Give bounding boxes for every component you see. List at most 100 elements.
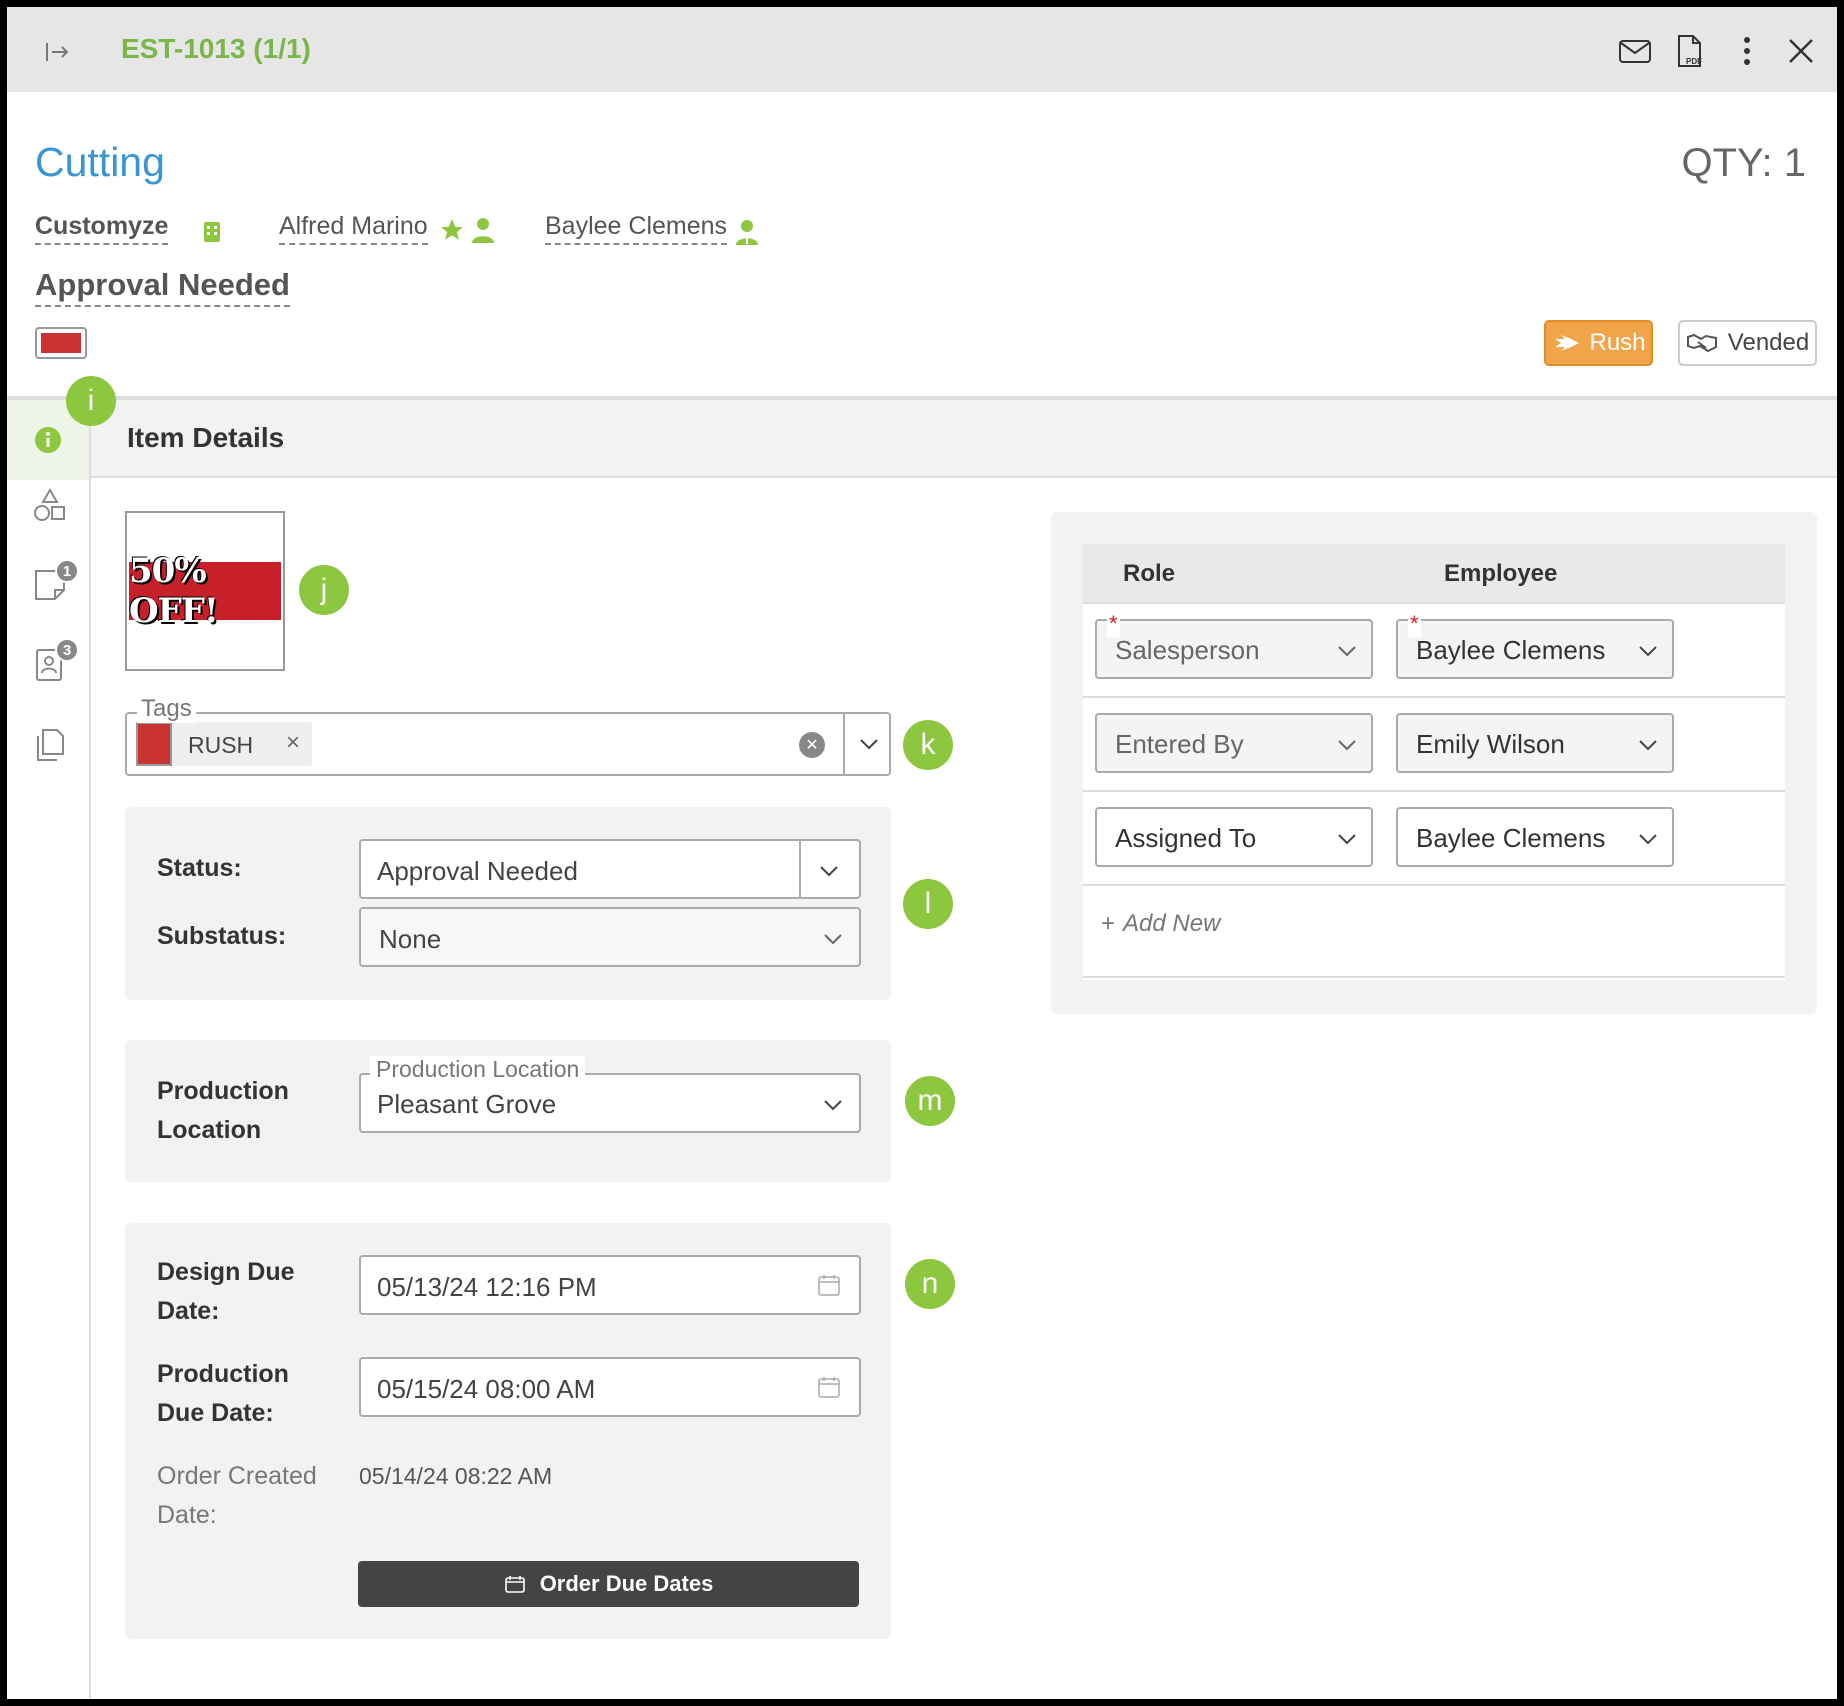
tag-remove-icon[interactable]: × [286,729,300,757]
employee-select[interactable]: Baylee Clemens [1396,807,1674,867]
employee-value: Emily Wilson [1416,729,1565,759]
production-location-panel: Production Location Pleasant Grove Produ… [125,1040,891,1182]
status-panel: Status: Approval Needed Substatus: None [125,807,891,1000]
tag-chip-label: RUSH [188,732,254,758]
side-tab-rail: 1 3 [7,400,91,1699]
production-due-date-input[interactable]: 05/15/24 08:00 AM [359,1357,861,1417]
documents-icon[interactable] [33,728,67,762]
estimate-title: EST-1013 (1/1) [121,33,311,64]
vended-label: Vended [1727,329,1810,356]
employee-select[interactable]: * Baylee Clemens [1396,611,1674,679]
rush-icon [1555,335,1580,351]
required-indicator: * [1408,611,1421,637]
role-select[interactable]: Entered By [1095,713,1373,773]
production-location-legend: Production Location [370,1056,586,1083]
tags-legend: Tags [137,695,196,723]
more-options-icon[interactable] [1729,33,1765,69]
required-indicator: * [1107,611,1120,637]
contacts-count-badge: 3 [55,638,79,662]
rush-button[interactable]: Rush [1544,320,1653,366]
pdf-icon[interactable]: PDF [1671,33,1707,69]
tag-color-swatch [136,722,172,766]
status-value: Approval Needed [377,856,578,886]
role-row: Assigned To Baylee Clemens [1083,792,1785,886]
employee-column-header: Employee [1444,560,1558,587]
company-link[interactable]: Customyze [35,212,169,245]
status-select[interactable]: Approval Needed [359,839,861,899]
design-due-label-1: Design Due [157,1258,295,1286]
chevron-down-icon [860,739,878,750]
role-select[interactable]: * Salesperson [1095,611,1373,679]
section-title: Item Details [127,422,285,453]
plus-icon: + [1101,910,1116,937]
add-new-role-button[interactable]: + Add New [1101,910,1220,938]
tags-dropdown-toggle[interactable] [843,714,891,774]
production-location-label-2: Location [157,1116,262,1144]
substatus-label: Substatus: [157,922,287,950]
employee-value: Baylee Clemens [1416,823,1606,853]
status-color-fill [41,333,81,353]
roles-table-bottom-border [1083,976,1785,978]
vended-button[interactable]: Vended [1678,320,1817,366]
role-row: Entered By Emily Wilson [1083,698,1785,792]
svg-text:PDF: PDF [1686,57,1702,66]
close-icon[interactable] [1783,33,1819,69]
order-created-value: 05/14/24 08:22 AM [359,1463,553,1489]
chevron-down-icon [1639,740,1657,751]
contact-link-primary[interactable]: Alfred Marino [279,212,428,245]
chevron-down-icon [1338,740,1356,751]
role-value: Assigned To [1115,823,1257,853]
marker-m: m [905,1076,955,1126]
status-label: Status: [157,854,242,882]
collapse-panel-icon[interactable] [43,37,73,67]
notes-count-badge: 1 [55,559,79,583]
calendar-clock-icon [504,1576,525,1593]
clear-tags-icon[interactable]: ✕ [799,732,825,758]
item-thumbnail[interactable]: 50% OFF! [125,511,285,671]
roles-table: Role Employee * Salesperson * Baylee Cle… [1083,544,1785,980]
shapes-icon[interactable] [33,488,67,522]
item-name: Cutting [35,139,165,185]
order-due-dates-button[interactable]: Order Due Dates [358,1561,859,1607]
employee-value: Baylee Clemens [1416,635,1606,665]
marker-i: i [66,376,116,426]
status-color-swatch[interactable] [35,327,87,359]
substatus-select[interactable]: None [359,907,861,967]
order-created-label-1: Order Created [157,1462,317,1490]
tags-select[interactable]: RUSH × ✕ [125,712,891,776]
star-icon [441,219,463,240]
calendar-icon[interactable] [817,1273,841,1297]
contact-link-secondary[interactable]: Baylee Clemens [545,212,728,245]
calendar-icon[interactable] [817,1375,841,1399]
quantity-label: QTY: 1 [1681,141,1807,185]
item-details-header: Item Details [91,400,1837,478]
rush-label: Rush [1589,329,1646,356]
design-due-date-input[interactable]: 05/13/24 12:16 PM [359,1255,861,1315]
email-icon[interactable] [1617,33,1653,69]
marker-l: l [903,879,953,929]
building-icon [204,222,220,242]
production-location-value: Pleasant Grove [377,1089,557,1119]
order-status-link[interactable]: Approval Needed [35,267,290,307]
production-due-label-2: Due Date: [157,1399,274,1427]
role-row: * Salesperson * Baylee Clemens [1083,604,1785,698]
employee-icon [736,220,758,245]
marker-n: n [905,1259,955,1309]
order-created-label-2: Date: [157,1501,217,1529]
design-due-date-value: 05/13/24 12:16 PM [377,1272,597,1302]
item-detail-window: EST-1013 (1/1) PDF Cutting QTY: 1 Custom… [0,0,1844,1706]
production-due-date-value: 05/15/24 08:00 AM [377,1374,596,1404]
marker-j: j [299,565,349,615]
roles-panel: Role Employee * Salesperson * Baylee Cle… [1051,512,1817,1014]
tag-chip: RUSH × [136,722,312,766]
order-due-dates-label: Order Due Dates [539,1571,714,1596]
chevron-down-icon [820,866,838,877]
chevron-down-icon [1639,834,1657,845]
role-value: Salesperson [1115,635,1260,665]
role-select[interactable]: Assigned To [1095,807,1373,867]
add-new-label: Add New [1123,910,1221,937]
handshake-icon [1686,333,1717,353]
chevron-down-icon [824,1100,842,1111]
employee-select[interactable]: Emily Wilson [1396,713,1674,773]
marker-k: k [903,720,953,770]
